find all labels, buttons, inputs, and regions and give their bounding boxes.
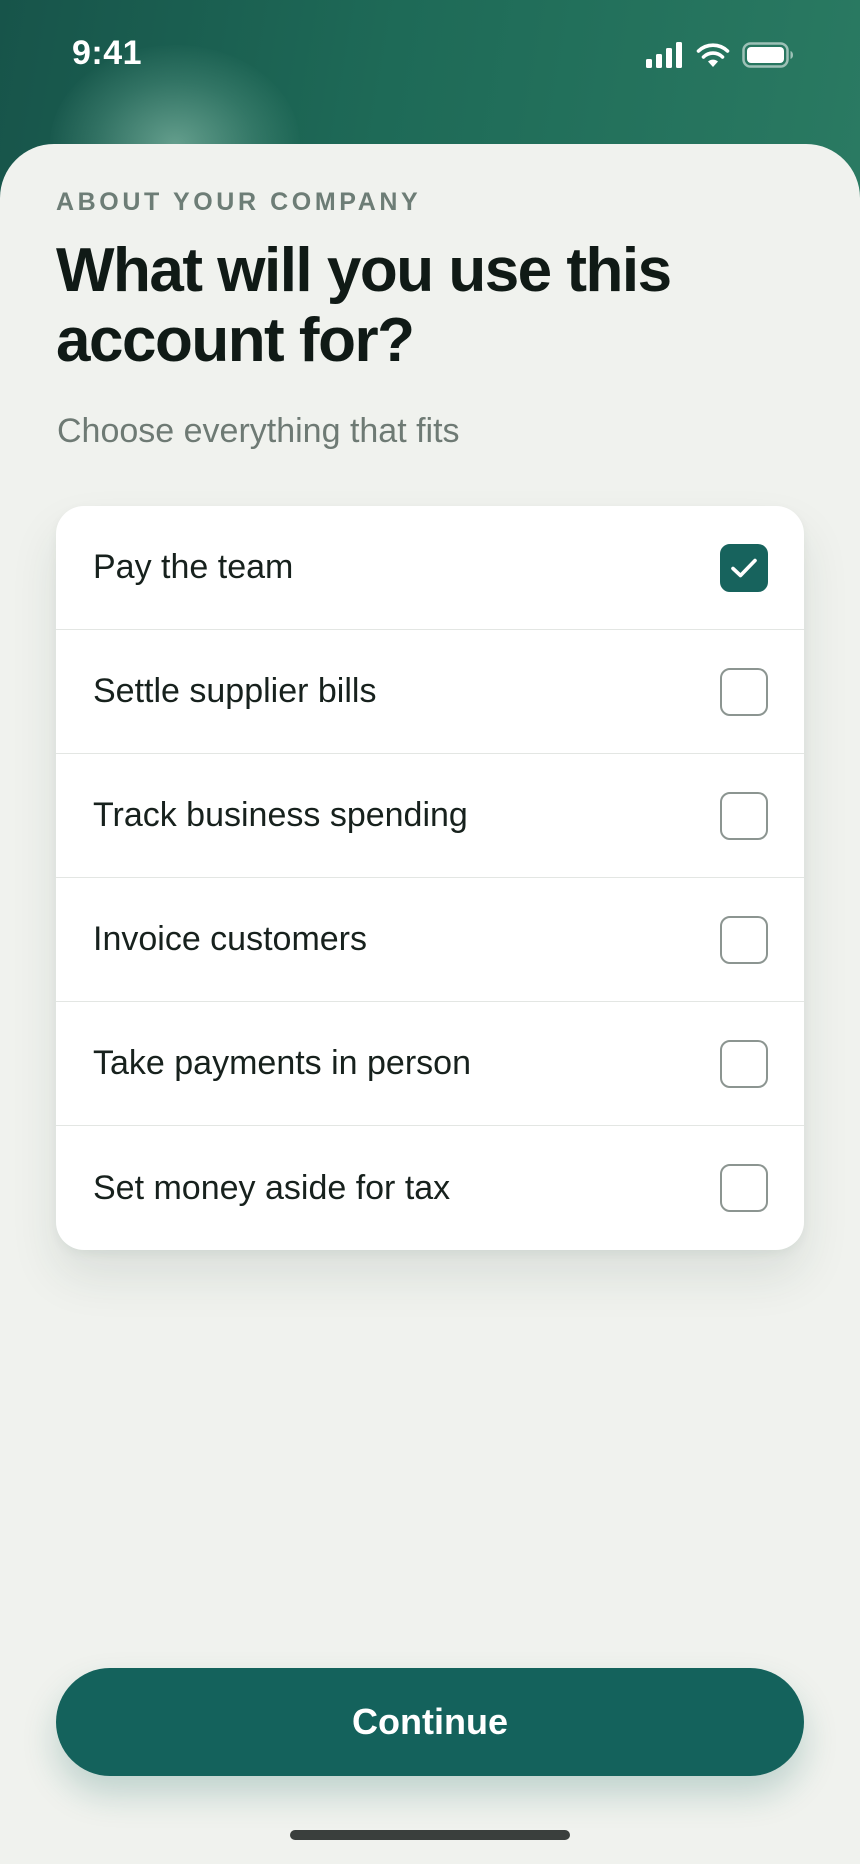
- battery-icon: [742, 42, 793, 68]
- option-label: Take payments in person: [93, 1044, 471, 1082]
- continue-button[interactable]: Continue: [56, 1668, 804, 1776]
- section-eyebrow: ABOUT YOUR COMPANY: [56, 188, 422, 216]
- option-set-money-aside-for-tax[interactable]: Set money aside for tax: [56, 1126, 804, 1250]
- option-label: Invoice customers: [93, 920, 367, 958]
- status-icons: [646, 42, 794, 68]
- option-checkbox[interactable]: [720, 1164, 768, 1212]
- option-label: Pay the team: [93, 548, 294, 586]
- status-bar: 9:41: [0, 0, 860, 110]
- option-pay-the-team[interactable]: Pay the team: [56, 506, 804, 630]
- option-label: Set money aside for tax: [93, 1168, 451, 1207]
- wifi-icon: [696, 43, 730, 67]
- cellular-signal-icon: [646, 42, 682, 68]
- option-invoice-customers[interactable]: Invoice customers: [56, 878, 804, 1002]
- page-title: What will you use this account for?: [56, 236, 672, 375]
- option-checkbox[interactable]: [720, 791, 768, 840]
- option-checkbox[interactable]: [720, 1039, 768, 1088]
- page-subtitle: Choose everything that fits: [57, 412, 460, 450]
- option-label: Track business spending: [93, 796, 468, 834]
- option-take-payments-in-person[interactable]: Take payments in person: [56, 1002, 804, 1126]
- option-track-business-spending[interactable]: Track business spending: [56, 754, 804, 878]
- option-settle-supplier-bills[interactable]: Settle supplier bills: [56, 630, 804, 754]
- home-indicator[interactable]: [290, 1830, 570, 1840]
- option-checkbox[interactable]: [720, 543, 768, 592]
- option-label: Settle supplier bills: [93, 672, 377, 710]
- status-time: 9:41: [72, 33, 143, 72]
- checkmark-icon: [731, 558, 757, 577]
- option-checkbox[interactable]: [720, 915, 768, 964]
- option-checkbox[interactable]: [720, 667, 768, 716]
- account-purpose-options: Pay the team Settle supplier bills Track…: [56, 506, 804, 1250]
